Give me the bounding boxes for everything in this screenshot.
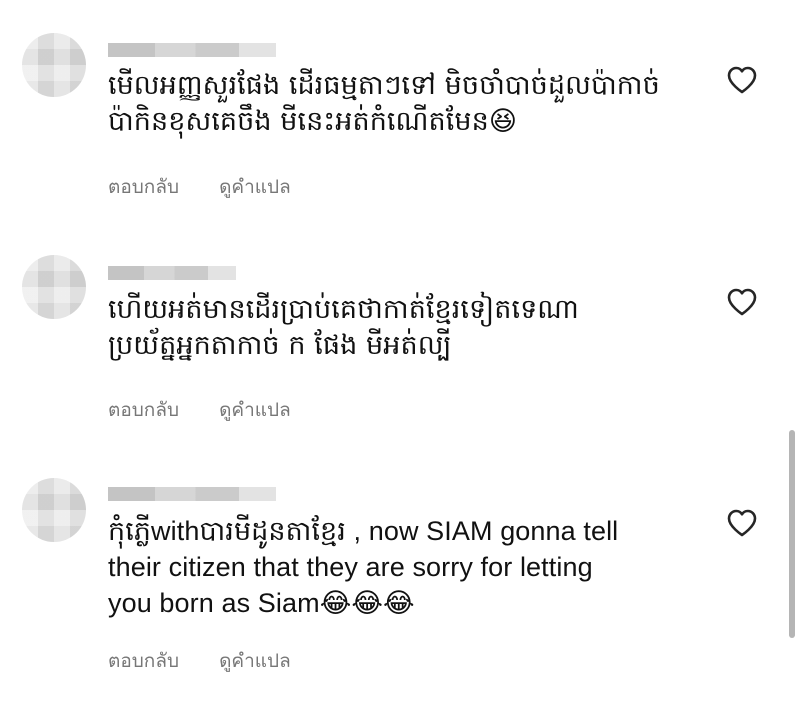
avatar[interactable] [22,33,86,97]
username-blurred[interactable] [108,266,236,280]
comment-actions: ตอบกลับ ดูคำแปล [108,646,325,676]
username-blurred[interactable] [108,43,276,57]
comment-text: មើលអញ្ញសួរផែង ដើរធម្មតាៗទៅ មិចចាំបាច់ដួល… [108,70,660,137]
heart-outline-icon[interactable] [726,508,758,538]
comment-text: កុំភ្លើwithបារមីដូនតាខ្មែរ , now SIAM go… [108,516,619,618]
comment-actions: ตอบกลับ ดูคำแปล [108,172,325,202]
comment-feed: មើលអញ្ញសួរផែង ដើរធម្មតាៗទៅ មិចចាំបាច់ដួល… [0,0,800,709]
see-translation-button[interactable]: ดูคำแปล [219,395,291,425]
see-translation-button[interactable]: ดูคำแปล [219,646,291,676]
heart-outline-icon[interactable] [726,65,758,95]
reply-button[interactable]: ตอบกลับ [108,172,179,202]
see-translation-button[interactable]: ดูคำแปล [219,172,291,202]
username-blurred[interactable] [108,487,276,501]
scrollbar[interactable] [789,430,795,638]
reply-button[interactable]: ตอบกลับ [108,395,179,425]
comment-text: ហើយអត់មានដើរប្រាប់គេថាកាត់ខ្មែរទៀតទេណា ប… [108,294,579,361]
comment-actions: ตอบกลับ ดูคำแปล [108,395,325,425]
avatar[interactable] [22,478,86,542]
heart-outline-icon[interactable] [726,287,758,317]
avatar[interactable] [22,255,86,319]
reply-button[interactable]: ตอบกลับ [108,646,179,676]
